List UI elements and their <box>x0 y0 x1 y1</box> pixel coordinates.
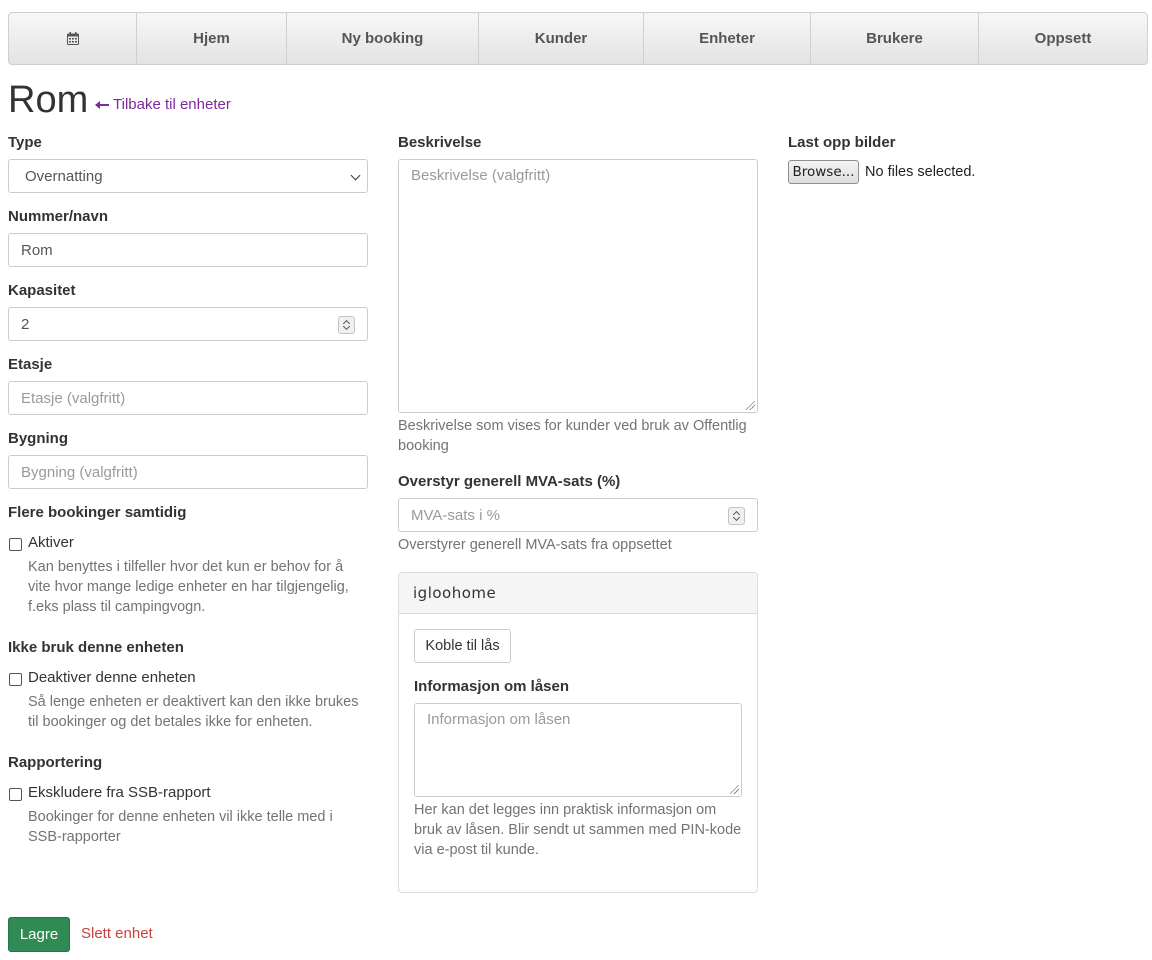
save-button[interactable]: Lagre <box>8 917 70 952</box>
nav-new-booking[interactable]: Ny booking <box>287 13 479 64</box>
activate-checkbox-label[interactable]: Aktiver <box>28 534 74 551</box>
page-title: Rom <box>8 79 89 121</box>
igloohome-logo: igloohome <box>413 584 497 602</box>
capacity-spinner[interactable] <box>338 316 355 334</box>
description-help: Beskrivelse som vises for kunder ved bru… <box>398 418 747 454</box>
description-textarea[interactable]: Beskrivelse (valgfritt) <box>398 159 758 413</box>
multi-booking-help: Kan benyttes i tilfeller hvor det kun er… <box>28 559 349 615</box>
exclude-ssb-checkbox-label[interactable]: Ekskludere fra SSB-rapport <box>28 784 211 801</box>
type-select[interactable]: Overnatting <box>8 159 368 193</box>
vat-placeholder: MVA-sats i % <box>411 506 500 524</box>
floor-label: Etasje <box>8 356 53 373</box>
resize-handle-icon[interactable] <box>730 785 739 794</box>
vat-label: Overstyr generell MVA-sats (%) <box>398 473 621 490</box>
description-label: Beskrivelse <box>398 134 482 151</box>
no-files-text: No files selected. <box>865 164 976 180</box>
nav-home[interactable]: Hjem <box>137 13 287 64</box>
deactivate-checkbox[interactable] <box>9 673 22 686</box>
description-placeholder: Beskrivelse (valgfritt) <box>411 167 551 184</box>
building-input[interactable]: Bygning (valgfritt) <box>8 455 368 489</box>
connect-lock-button[interactable]: Koble til lås <box>414 629 511 663</box>
multi-booking-label: Flere bookinger samtidig <box>8 504 187 521</box>
exclude-ssb-checkbox[interactable] <box>9 788 22 801</box>
nav-calendar[interactable] <box>9 13 137 64</box>
activate-checkbox[interactable] <box>9 538 22 551</box>
back-to-units-link[interactable]: Tilbake til enheter <box>95 96 231 113</box>
type-label: Type <box>8 134 42 151</box>
calendar-icon <box>66 32 79 45</box>
nav-customers[interactable]: Kunder <box>479 13 644 64</box>
nav-settings[interactable]: Oppsett <box>979 13 1147 64</box>
lock-info-help: Her kan det legges inn praktisk informas… <box>414 802 742 858</box>
name-input[interactable]: Rom <box>8 233 368 267</box>
capacity-input[interactable]: 2 <box>8 307 368 341</box>
lock-info-label: Informasjon om låsen <box>414 678 570 695</box>
upload-images-label: Last opp bilder <box>788 134 896 151</box>
delete-unit-link[interactable]: Slett enhet <box>81 925 153 942</box>
nav-units[interactable]: Enheter <box>644 13 811 64</box>
main-nav: Hjem Ny booking Kunder Enheter Brukere O… <box>8 12 1148 65</box>
capacity-label: Kapasitet <box>8 282 76 299</box>
reporting-label: Rapportering <box>8 754 103 771</box>
type-select-value: Overnatting <box>25 167 103 185</box>
resize-handle-icon[interactable] <box>746 401 755 410</box>
browse-button[interactable]: Browse... <box>788 160 859 184</box>
igloohome-panel: igloohome Koble til lås Informasjon om l… <box>398 572 758 893</box>
capacity-value: 2 <box>21 315 30 333</box>
vat-help: Overstyrer generell MVA-sats fra oppsett… <box>398 537 672 553</box>
nav-users[interactable]: Brukere <box>811 13 979 64</box>
vat-spinner[interactable] <box>728 507 745 525</box>
lock-info-placeholder: Informasjon om låsen <box>427 711 571 728</box>
chevron-down-icon <box>350 170 361 181</box>
deactivate-checkbox-label[interactable]: Deaktiver denne enheten <box>28 669 196 686</box>
lock-info-textarea[interactable]: Informasjon om låsen <box>414 703 742 797</box>
name-label: Nummer/navn <box>8 208 109 225</box>
vat-input[interactable]: MVA-sats i % <box>398 498 758 532</box>
floor-input[interactable]: Etasje (valgfritt) <box>8 381 368 415</box>
back-link-label: Tilbake til enheter <box>113 96 231 113</box>
arrow-left-icon <box>95 100 109 109</box>
building-label: Bygning <box>8 430 68 447</box>
igloohome-panel-header: igloohome <box>399 573 757 614</box>
deactivate-help: Så lenge enheten er deaktivert kan den i… <box>28 694 359 730</box>
disable-unit-label: Ikke bruk denne enheten <box>8 639 184 656</box>
exclude-ssb-help: Bookinger for denne enheten vil ikke tel… <box>28 809 333 845</box>
